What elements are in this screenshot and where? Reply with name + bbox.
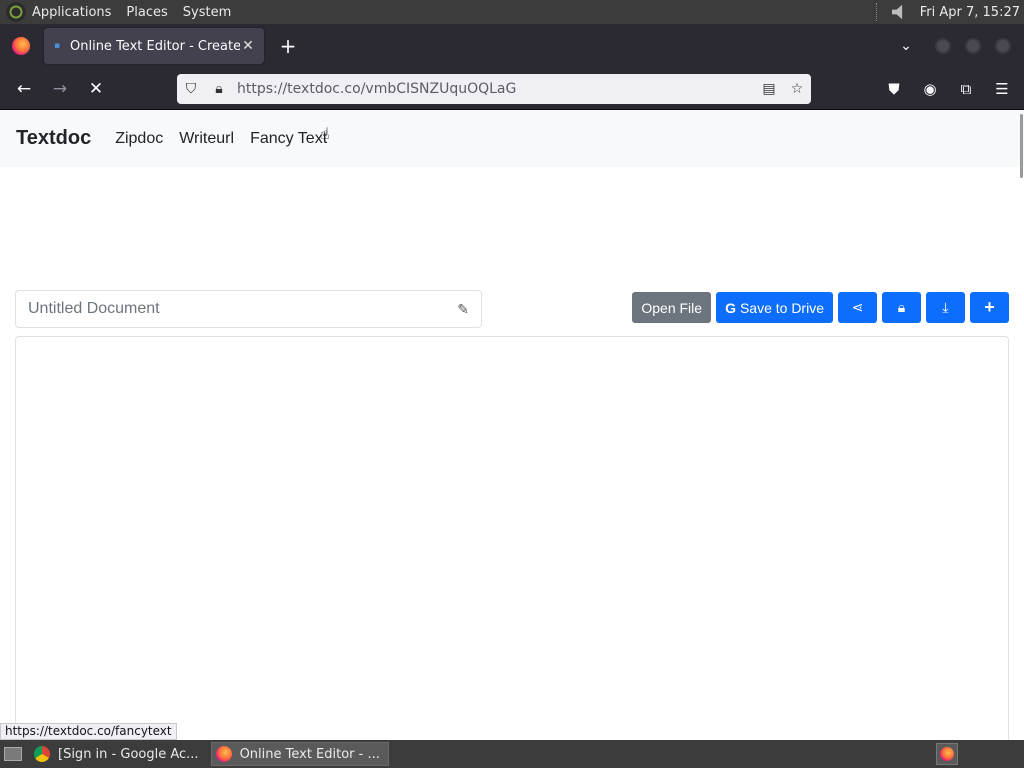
nav-link-zipdoc[interactable]: Zipdoc (115, 130, 163, 148)
lock-icon: 🔒︎ (897, 299, 906, 315)
pocket-icon[interactable]: ⛊ (876, 71, 912, 107)
bottom-taskbar: [Sign in - Google Ac... Online Text Edit… (0, 740, 1024, 768)
new-tab-button[interactable]: + (278, 34, 298, 58)
address-bar[interactable]: ⛉ 🔒︎ https://textdoc.co/vmbCISNZUquOQLaG… (177, 74, 811, 104)
back-button[interactable]: ← (6, 71, 42, 107)
new-document-button[interactable]: + (970, 292, 1009, 323)
nav-link-fancy-text[interactable]: Fancy Text (250, 130, 327, 148)
list-all-tabs-chevron-icon[interactable]: ⌄ (898, 38, 914, 54)
url-text[interactable]: https://textdoc.co/vmbCISNZUquOQLaG (233, 81, 755, 97)
plus-icon: + (984, 297, 995, 317)
tab-favicon-icon: ▪ (54, 41, 61, 51)
hand-cursor-icon: ☝ (320, 124, 330, 143)
task-label: Online Text Editor - ... (239, 746, 380, 762)
menu-applications[interactable]: Applications (32, 5, 111, 20)
document-toolbar: Untitled Document ✎ Open File G Save to … (15, 290, 1009, 328)
distro-logo-icon[interactable] (6, 2, 26, 22)
browser-navbar: ← → ✕ ⛉ 🔒︎ https://textdoc.co/vmbCISNZUq… (0, 68, 1024, 110)
maximize-button[interactable] (965, 38, 981, 54)
panel-tray: Fri Apr 7, 15:27 (875, 3, 1024, 21)
reader-view-icon[interactable]: ▤ (755, 81, 783, 97)
tab-close-icon[interactable]: ✕ (240, 38, 256, 54)
account-icon[interactable]: ◉ (912, 71, 948, 107)
close-window-button[interactable] (995, 38, 1011, 54)
share-icon: ⋖ (851, 299, 864, 315)
site-brand[interactable]: Textdoc (16, 127, 91, 150)
window-controls (928, 38, 1018, 54)
text-editor-area[interactable] (15, 336, 1009, 740)
tab-title: Online Text Editor - Create, E (70, 38, 240, 54)
url-path: /vmbCISNZUquOQLaG (360, 81, 517, 97)
panel-separator (875, 3, 882, 21)
panel-menu: Applications Places System (0, 0, 246, 24)
document-actions: Open File G Save to Drive ⋖ 🔒︎ ⤓ + (627, 292, 1009, 323)
firefox-icon (215, 746, 232, 762)
google-g-icon: G (725, 299, 736, 316)
task-google-signin[interactable]: [Sign in - Google Ac... (30, 742, 207, 766)
menu-hamburger-icon[interactable]: ☰ (984, 71, 1020, 107)
task-online-text-editor[interactable]: Online Text Editor - ... (210, 742, 389, 766)
top-panel: Applications Places System Fri Apr 7, 15… (0, 0, 1024, 24)
document-title-field[interactable]: Untitled Document ✎ (15, 290, 482, 328)
nav-link-writeurl[interactable]: Writeurl (179, 130, 234, 148)
download-button[interactable]: ⤓ (926, 292, 965, 323)
url-host: https://textdoc.co (237, 81, 361, 97)
task-label: [Sign in - Google Ac... (58, 746, 199, 762)
lock-icon[interactable]: 🔒︎ (205, 81, 233, 97)
extensions-icon[interactable]: ⧉ (948, 71, 984, 107)
firefox-view-icon[interactable] (12, 37, 30, 55)
toolbar-right: ⛊ ◉ ⧉ ☰ (876, 71, 1020, 107)
show-desktop-icon[interactable] (4, 747, 22, 761)
minimize-button[interactable] (935, 38, 951, 54)
link-status-tooltip: https://textdoc.co/fancytext (0, 723, 177, 740)
page-content: Textdoc Zipdoc Writeurl Fancy Text ☝ Unt… (0, 110, 1024, 740)
share-button[interactable]: ⋖ (838, 292, 877, 323)
download-icon: ⤓ (942, 299, 949, 315)
menu-places[interactable]: Places (126, 5, 167, 20)
forward-button[interactable]: → (42, 71, 78, 107)
tab-online-text-editor[interactable]: ▪ Online Text Editor - Create, E ✕ (44, 28, 264, 64)
document-title-input[interactable]: Untitled Document (28, 300, 457, 318)
tray-firefox-icon[interactable] (936, 743, 958, 765)
open-file-button[interactable]: Open File (632, 292, 712, 323)
page-scrollbar[interactable] (1020, 114, 1023, 178)
menu-system[interactable]: System (183, 5, 231, 20)
lock-button[interactable]: 🔒︎ (882, 292, 921, 323)
tracking-protection-shield-icon[interactable]: ⛉ (177, 81, 205, 97)
save-to-drive-label: Save to Drive (739, 299, 824, 316)
stop-loading-button[interactable]: ✕ (78, 71, 114, 107)
volume-icon[interactable] (891, 4, 903, 20)
save-to-drive-button[interactable]: G Save to Drive (716, 292, 833, 323)
browser-tabbar: ▪ Online Text Editor - Create, E ✕ + ⌄ (0, 24, 1024, 68)
bookmark-star-icon[interactable]: ☆ (783, 81, 811, 97)
panel-clock[interactable]: Fri Apr 7, 15:27 (920, 5, 1020, 20)
edit-title-icon[interactable]: ✎ (457, 301, 469, 318)
chrome-icon (34, 746, 50, 762)
site-navbar: Textdoc Zipdoc Writeurl Fancy Text (0, 110, 1024, 167)
